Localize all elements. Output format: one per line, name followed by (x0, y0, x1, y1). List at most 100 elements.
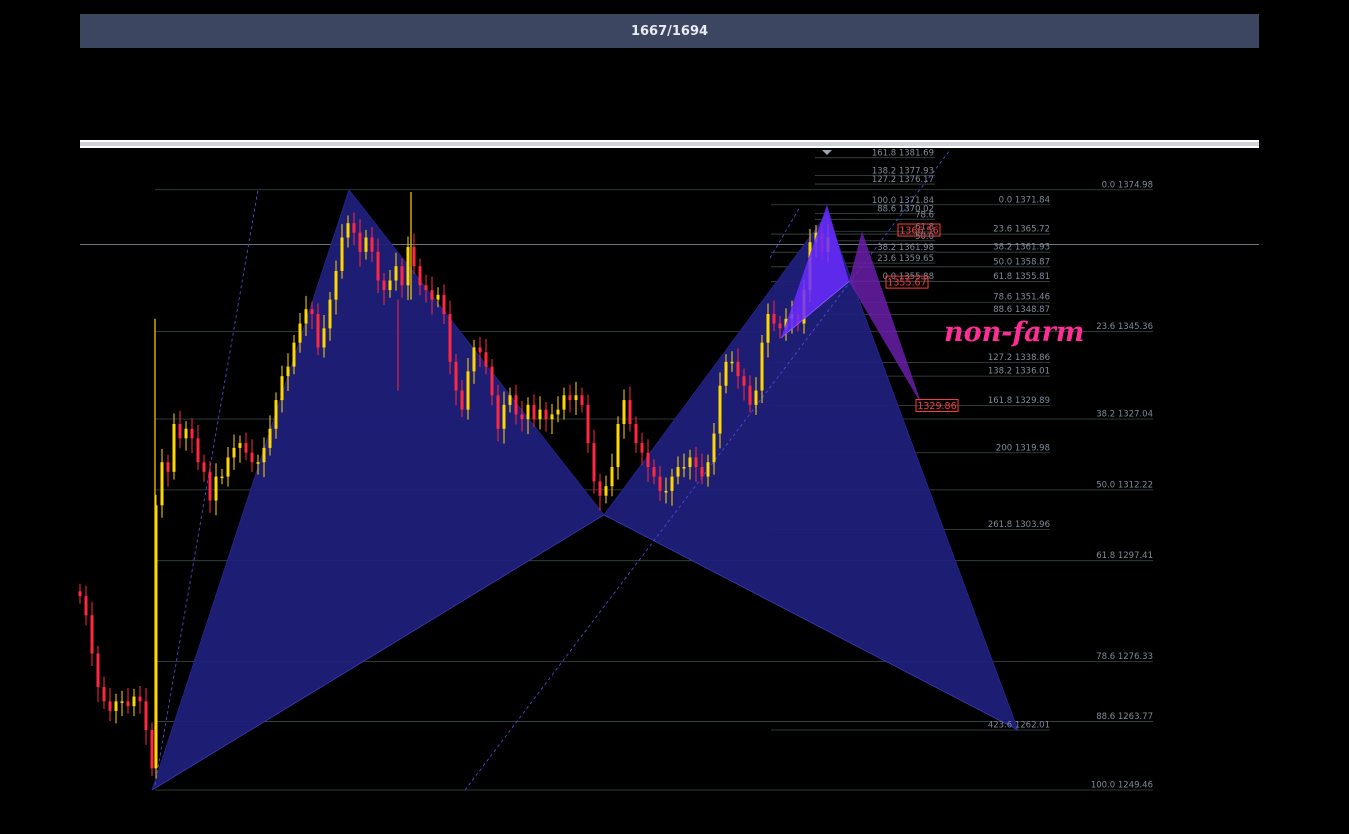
candle-body-58 (424, 285, 428, 291)
candle-body-80 (556, 409, 560, 415)
candle-body-102 (688, 457, 692, 468)
candle-body-89 (610, 467, 614, 487)
candle-body-50 (376, 251, 380, 281)
fib-mid-label-10: 200 1319.98 (996, 443, 1050, 453)
fib-major-label-4: 61.8 1297.41 (1096, 551, 1153, 561)
candle-body-18 (184, 428, 188, 439)
non-farm-annotation: non-farm (944, 317, 1084, 348)
candle-body-67 (478, 347, 482, 353)
candle-body-8 (126, 701, 130, 707)
candle-body-40 (316, 313, 320, 348)
candle-body-75 (526, 404, 530, 420)
candle-body-91 (622, 400, 626, 424)
candle-body-48 (364, 237, 368, 252)
fib-major-label-3: 50.0 1312.22 (1096, 480, 1153, 490)
candle-body-34 (280, 376, 284, 401)
candle-body-63 (454, 361, 458, 391)
candle-body-93 (634, 423, 638, 444)
candle-body-38 (304, 309, 308, 324)
candle-body-77 (538, 409, 542, 420)
candle-body-114 (760, 342, 764, 391)
candle-body-103 (694, 457, 698, 468)
candle-body-88 (604, 486, 608, 496)
candle-body-32 (268, 428, 272, 448)
candle-body-104 (700, 467, 704, 477)
fib-mid-label-1: 23.6 1365.72 (993, 225, 1050, 235)
candle-body-29 (250, 452, 254, 463)
candle-body-92 (628, 400, 632, 424)
candle-body-23 (214, 476, 218, 501)
fib-major-label-7: 100.0 1249.46 (1091, 781, 1153, 791)
candle-body-0 (78, 591, 82, 597)
candle-body-85 (586, 404, 590, 444)
fib-major-label-1: 23.6 1345.36 (1096, 322, 1153, 332)
candle-body-9 (132, 696, 136, 707)
candle-body-70 (496, 395, 500, 429)
candle-body-78 (544, 409, 548, 420)
candle-body-81 (562, 395, 566, 410)
candle-body-107 (718, 385, 722, 434)
candle-body-54 (400, 266, 404, 286)
candle-body-42 (328, 299, 332, 329)
candle-body-19 (190, 428, 194, 439)
candle-body-39 (310, 309, 314, 314)
candle-body-66 (472, 347, 476, 372)
candle-body-57 (418, 266, 422, 286)
candle-body-21 (202, 462, 206, 472)
candle-body-55 (406, 247, 410, 286)
candle-body-22 (208, 471, 212, 501)
candle-body-49 (370, 237, 374, 252)
candle-body-116 (772, 313, 776, 324)
candle-body-64 (460, 390, 464, 410)
candle-body-51 (382, 280, 386, 291)
fib-mid-label-6: 88.6 1348.87 (993, 305, 1050, 315)
fib-mid-label-11: 261.8 1303.96 (988, 520, 1050, 530)
candle-body-83 (574, 395, 578, 401)
candle-body-101 (682, 467, 686, 469)
fib-small-label-0: 161.8 1381.69 (872, 149, 934, 159)
candle-body-24 (220, 476, 224, 479)
candle-body-36 (292, 342, 296, 367)
candle-body-112 (748, 385, 752, 405)
fib-small-label-9: 23.6 1359.65 (877, 254, 934, 264)
candle-body-46 (352, 223, 356, 233)
fib-major-label-5: 78.6 1276.33 (1096, 652, 1153, 662)
candle-body-61 (442, 294, 446, 314)
candle-body-47 (358, 232, 362, 252)
chart-toolbar-strip[interactable] (80, 140, 1259, 148)
candle-body-76 (532, 404, 536, 420)
candle-body-5 (108, 701, 112, 711)
candle-body-27 (238, 443, 242, 448)
candle-body-111 (742, 376, 746, 386)
candle-body-86 (592, 443, 596, 482)
fib-mid-label-9: 161.8 1329.89 (988, 396, 1050, 406)
fib-mid-label-2: 38.2 1361.93 (993, 243, 1050, 253)
candle-body-1 (84, 596, 88, 616)
candle-body-52 (388, 280, 392, 291)
candle-body-41 (322, 328, 326, 348)
candle-body-71 (502, 404, 506, 429)
candle-body-45 (346, 223, 350, 238)
candle-body-31 (262, 447, 266, 463)
candle-body-11 (144, 701, 148, 731)
fib-mid-label-0: 0.0 1371.84 (999, 195, 1050, 205)
fib-mid-label-5: 78.6 1351.46 (993, 293, 1050, 303)
fib-mid-label-12: 423.6 1262.01 (988, 720, 1050, 730)
candle-body-12 (150, 730, 154, 769)
fib-small-label-8: 38.2 1361.98 (877, 243, 934, 253)
candle-body-100 (676, 467, 680, 477)
price-chart: 0.0 1374.98 23.6 1345.36 38.2 1327.04 50.0 … (78, 149, 1259, 791)
candle-body-4 (102, 686, 106, 702)
candle-body-37 (298, 323, 302, 343)
candle-body-79 (550, 414, 554, 420)
candle-body-7 (120, 701, 124, 703)
fib-mid-label-7: 127.2 1338.86 (988, 353, 1050, 363)
candle-body-84 (580, 395, 584, 405)
header-bar: 1667/1694 (80, 14, 1259, 48)
fib-major-label-0: 0.0 1374.98 (1102, 180, 1153, 190)
candle-body-3 (96, 653, 100, 687)
bar-counter: 1667/1694 (630, 23, 709, 39)
candle-body-62 (448, 313, 452, 362)
fib-mid-label-3: 50.0 1358.87 (993, 257, 1050, 267)
candle-body-105 (706, 462, 710, 477)
